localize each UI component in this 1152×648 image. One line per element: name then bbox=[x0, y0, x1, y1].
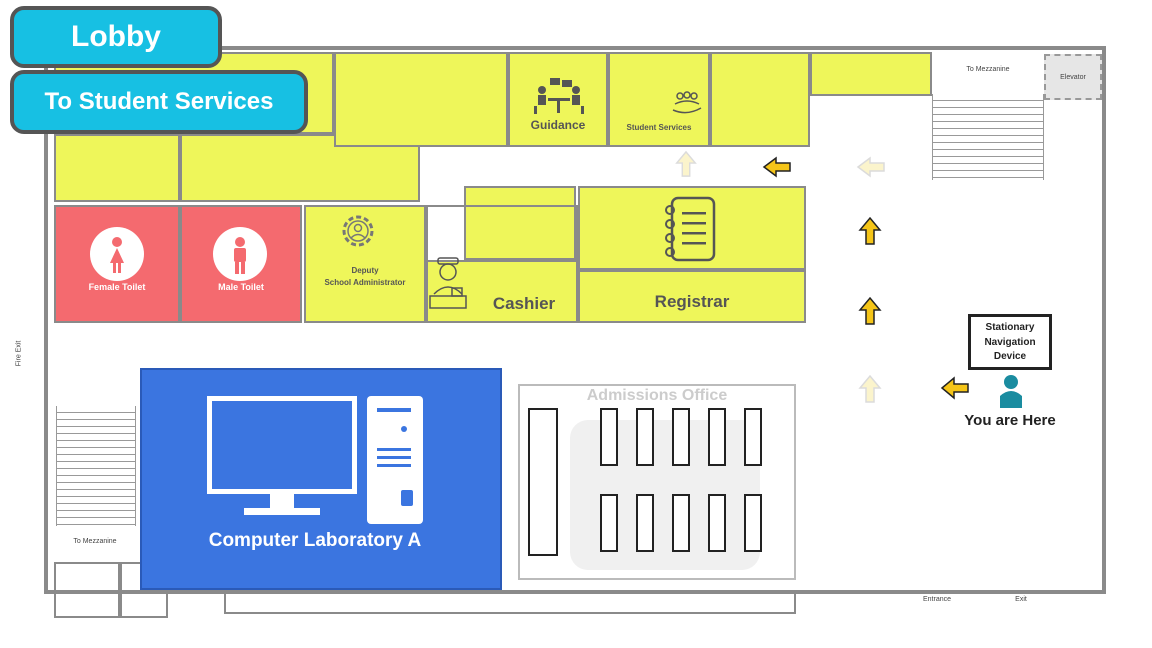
entrance-label: Entrance bbox=[922, 596, 952, 603]
desk-8 bbox=[672, 494, 690, 552]
female-icon bbox=[90, 227, 144, 281]
fire-exit-label: Fire Exit bbox=[15, 340, 23, 367]
arrow-icon bbox=[858, 296, 882, 325]
desk-long bbox=[528, 408, 558, 556]
arrow-icon bbox=[940, 376, 969, 400]
stairs-bottom[interactable] bbox=[56, 406, 136, 526]
desk-3 bbox=[672, 408, 690, 466]
device-line-3: Device bbox=[993, 351, 1027, 362]
notebook-icon bbox=[665, 196, 716, 262]
guidance-label: Guidance bbox=[530, 118, 586, 132]
desk-1 bbox=[600, 408, 618, 466]
meeting-icon bbox=[534, 78, 584, 114]
desk-7 bbox=[636, 494, 654, 552]
group-hand-icon bbox=[672, 91, 702, 114]
arrow-icon bbox=[856, 156, 885, 178]
pc-tower-icon bbox=[367, 396, 423, 524]
desk-2 bbox=[636, 408, 654, 466]
desk-6 bbox=[600, 494, 618, 552]
storage-1 bbox=[54, 562, 120, 618]
arrow-icon bbox=[675, 150, 697, 177]
deputy-label-1: Deputy bbox=[351, 266, 379, 275]
admissions-watermark bbox=[570, 420, 760, 570]
bottom-wall bbox=[224, 592, 796, 614]
office-top-4 bbox=[810, 52, 932, 96]
person-icon bbox=[1000, 375, 1022, 408]
lobby-tag[interactable]: Lobby bbox=[10, 6, 222, 68]
arrow-icon bbox=[858, 216, 882, 245]
to-mezzanine-top-label: To Mezzanine bbox=[966, 66, 1010, 73]
desk-9 bbox=[708, 494, 726, 552]
monitor-stand bbox=[270, 494, 294, 508]
device-line-2: Navigation bbox=[984, 337, 1036, 348]
female-toilet-label: Female Toilet bbox=[88, 282, 146, 292]
monitor-base bbox=[244, 508, 320, 515]
student-services-label: Student Services bbox=[626, 123, 692, 132]
arrow-icon bbox=[762, 156, 791, 178]
elevator-label: Elevator bbox=[1060, 74, 1086, 81]
office-top-left-a bbox=[54, 134, 180, 202]
admissions-label: Admissions Office bbox=[586, 387, 728, 404]
you-are-here-label: You are Here bbox=[964, 412, 1056, 429]
to-student-services-tag[interactable]: To Student Services bbox=[10, 70, 308, 134]
to-mezzanine-bottom-label: To Mezzanine bbox=[73, 538, 117, 545]
gear-person-icon bbox=[342, 215, 374, 247]
cashier-label: Cashier bbox=[492, 294, 556, 313]
computer-lab-label: Computer Laboratory A bbox=[208, 530, 422, 551]
desk-10 bbox=[744, 494, 762, 552]
registrar-label: Registrar bbox=[654, 292, 730, 311]
deputy-label-2: School Administrator bbox=[324, 278, 406, 287]
office-top-3 bbox=[710, 52, 810, 147]
monitor-icon bbox=[207, 396, 357, 494]
stairs-top[interactable] bbox=[932, 94, 1044, 180]
male-toilet-label: Male Toilet bbox=[218, 282, 264, 292]
desk-4 bbox=[708, 408, 726, 466]
male-icon bbox=[213, 227, 267, 281]
office-top-2 bbox=[334, 52, 508, 147]
desk-5 bbox=[744, 408, 762, 466]
exit-label: Exit bbox=[1015, 596, 1027, 603]
arrow-icon bbox=[858, 374, 882, 403]
cashier-icon bbox=[429, 257, 467, 309]
device-line-1: Stationary bbox=[985, 322, 1035, 333]
